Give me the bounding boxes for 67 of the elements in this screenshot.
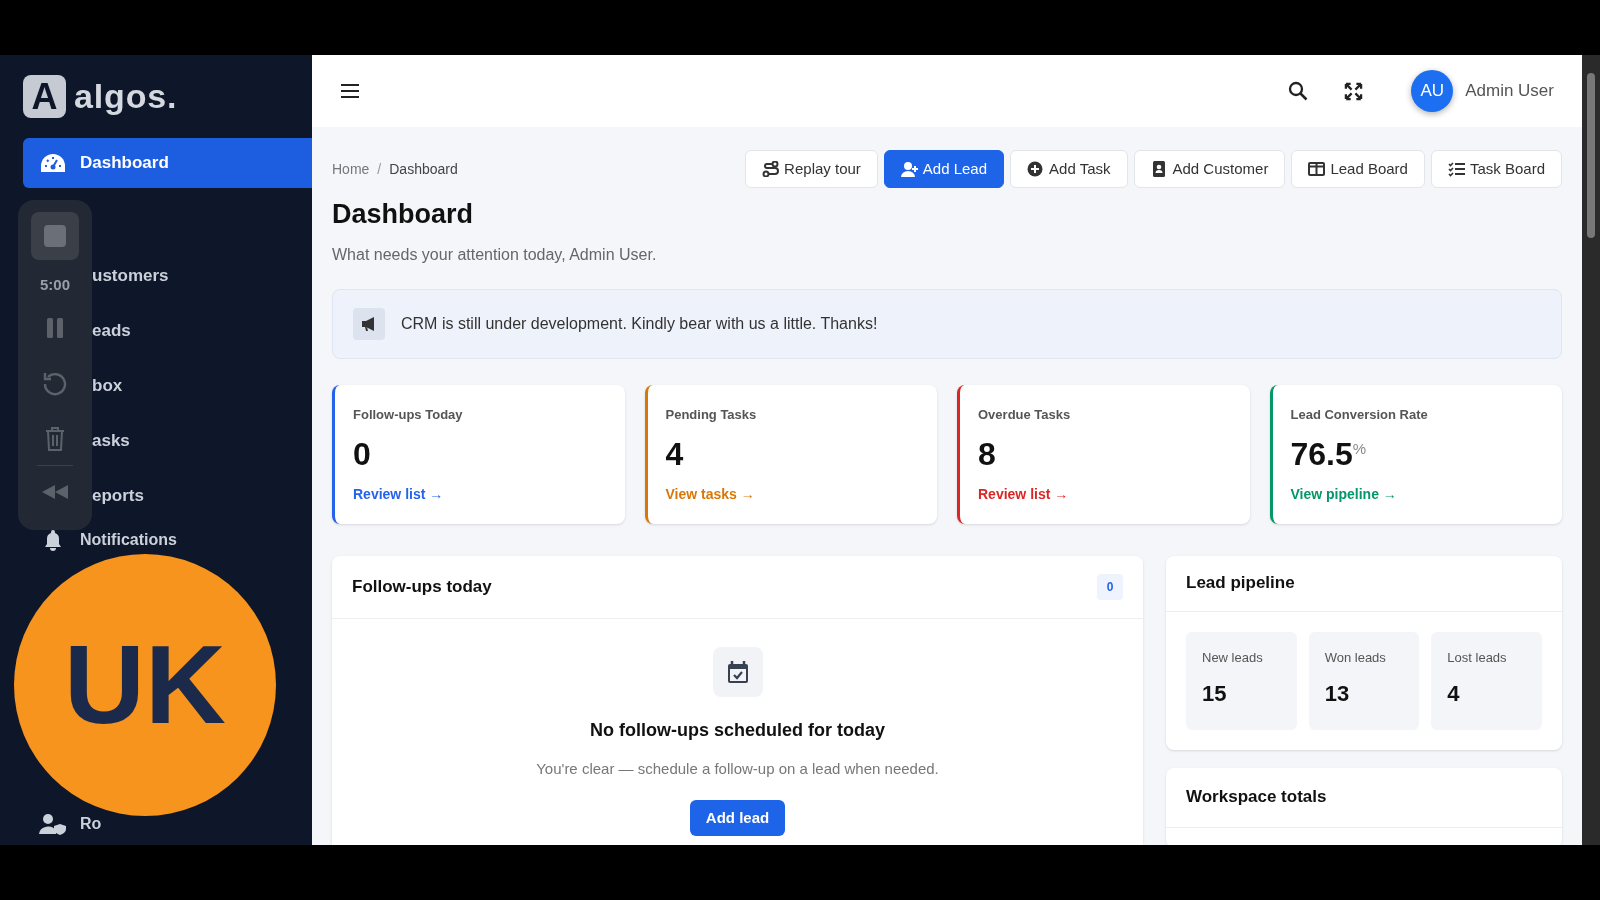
action-button[interactable]: Replay tour (745, 150, 878, 188)
pause-icon[interactable] (45, 316, 65, 339)
sidebar-item[interactable]: ustomers (92, 264, 169, 288)
trash-icon[interactable] (45, 426, 65, 451)
panel-title: Follow-ups today (352, 575, 492, 598)
action-button[interactable]: Lead Board (1291, 150, 1425, 188)
stat-label: Follow-ups Today (353, 405, 464, 424)
pipeline-stat-label: Won leads (1324, 648, 1387, 667)
stat-value: 4 (665, 435, 684, 474)
action-button[interactable]: Add Customer (1133, 150, 1286, 188)
logo-mark: A (23, 75, 66, 118)
sidebar-item[interactable]: eports (92, 484, 144, 508)
stop-button[interactable] (31, 212, 79, 260)
search-icon[interactable] (1288, 81, 1309, 101)
stat-value: 0 (353, 435, 371, 474)
breadcrumb-separator: / (377, 159, 382, 179)
stat-link[interactable]: Review list → (978, 484, 1069, 505)
speedometer-icon (40, 152, 66, 174)
user-avatar[interactable]: AU (1411, 70, 1454, 112)
add-lead-button[interactable]: Add lead (689, 800, 786, 836)
sidebar-item[interactable]: asks (92, 429, 130, 453)
columns-icon (1308, 161, 1327, 177)
stat-label: Overdue Tasks (978, 405, 1072, 424)
sidebar-item[interactable]: box (92, 374, 123, 398)
pipeline-stat-label: New leads (1202, 648, 1264, 667)
stat-label: Pending Tasks (665, 405, 758, 424)
checklist-icon (1447, 161, 1466, 177)
menu-icon[interactable] (340, 83, 360, 99)
page-subtitle: What needs your attention today, Admin User. (332, 244, 658, 265)
action-button[interactable]: Add Lead (883, 150, 1005, 188)
logo-text: algos. (74, 76, 178, 117)
sidebar-item[interactable]: eads (92, 319, 131, 343)
panel-title: Lead pipeline (1186, 572, 1295, 595)
recording-timer: 5:00 (40, 275, 70, 295)
page-title: Dashboard (332, 198, 475, 231)
panel-title: Workspace totals (1186, 786, 1327, 809)
breadcrumb-current: Dashboard (389, 159, 458, 179)
count-badge: 0 (1097, 573, 1123, 600)
action-button[interactable]: Add Task (1010, 150, 1128, 188)
megaphone-icon (353, 307, 385, 340)
stat-value: 76.5 (1290, 435, 1353, 474)
stat-link[interactable]: Review list → (353, 484, 444, 505)
scrollbar[interactable] (1582, 55, 1600, 845)
user-name[interactable]: Admin User (1465, 78, 1554, 104)
user-plus-icon (900, 161, 919, 177)
calendar-icon (712, 646, 763, 697)
restart-icon[interactable] (42, 370, 68, 397)
fullscreen-icon[interactable] (1344, 81, 1364, 101)
breadcrumb-link[interactable]: Home (332, 158, 370, 180)
empty-state-title: No follow-ups scheduled for today (590, 718, 885, 742)
stat-value: 8 (978, 435, 996, 474)
route-icon (762, 161, 781, 177)
sidebar-item[interactable]: Dashboard (23, 138, 312, 188)
stat-label: Lead Conversion Rate (1290, 405, 1429, 424)
sidebar-item[interactable]: Notifications (23, 528, 177, 552)
empty-state-text: You're clear — schedule a follow-up on a lead when needed. (536, 758, 939, 779)
stat-unit: % (1352, 439, 1367, 457)
pipeline-stat-label: Lost leads (1447, 648, 1508, 667)
stat-link[interactable]: View pipeline → (1290, 484, 1397, 505)
rewind-icon[interactable] (41, 483, 69, 500)
pipeline-stat-value: 15 (1202, 680, 1228, 708)
pipeline-stat-value: 4 (1447, 680, 1461, 708)
user-shield-icon (38, 813, 68, 835)
bell-icon (43, 529, 63, 551)
pipeline-stat-value: 13 (1324, 680, 1351, 708)
notice-text: CRM is still under development. Kindly bear with us a little. Thanks! (401, 313, 878, 334)
action-button[interactable]: Task Board (1430, 150, 1562, 188)
